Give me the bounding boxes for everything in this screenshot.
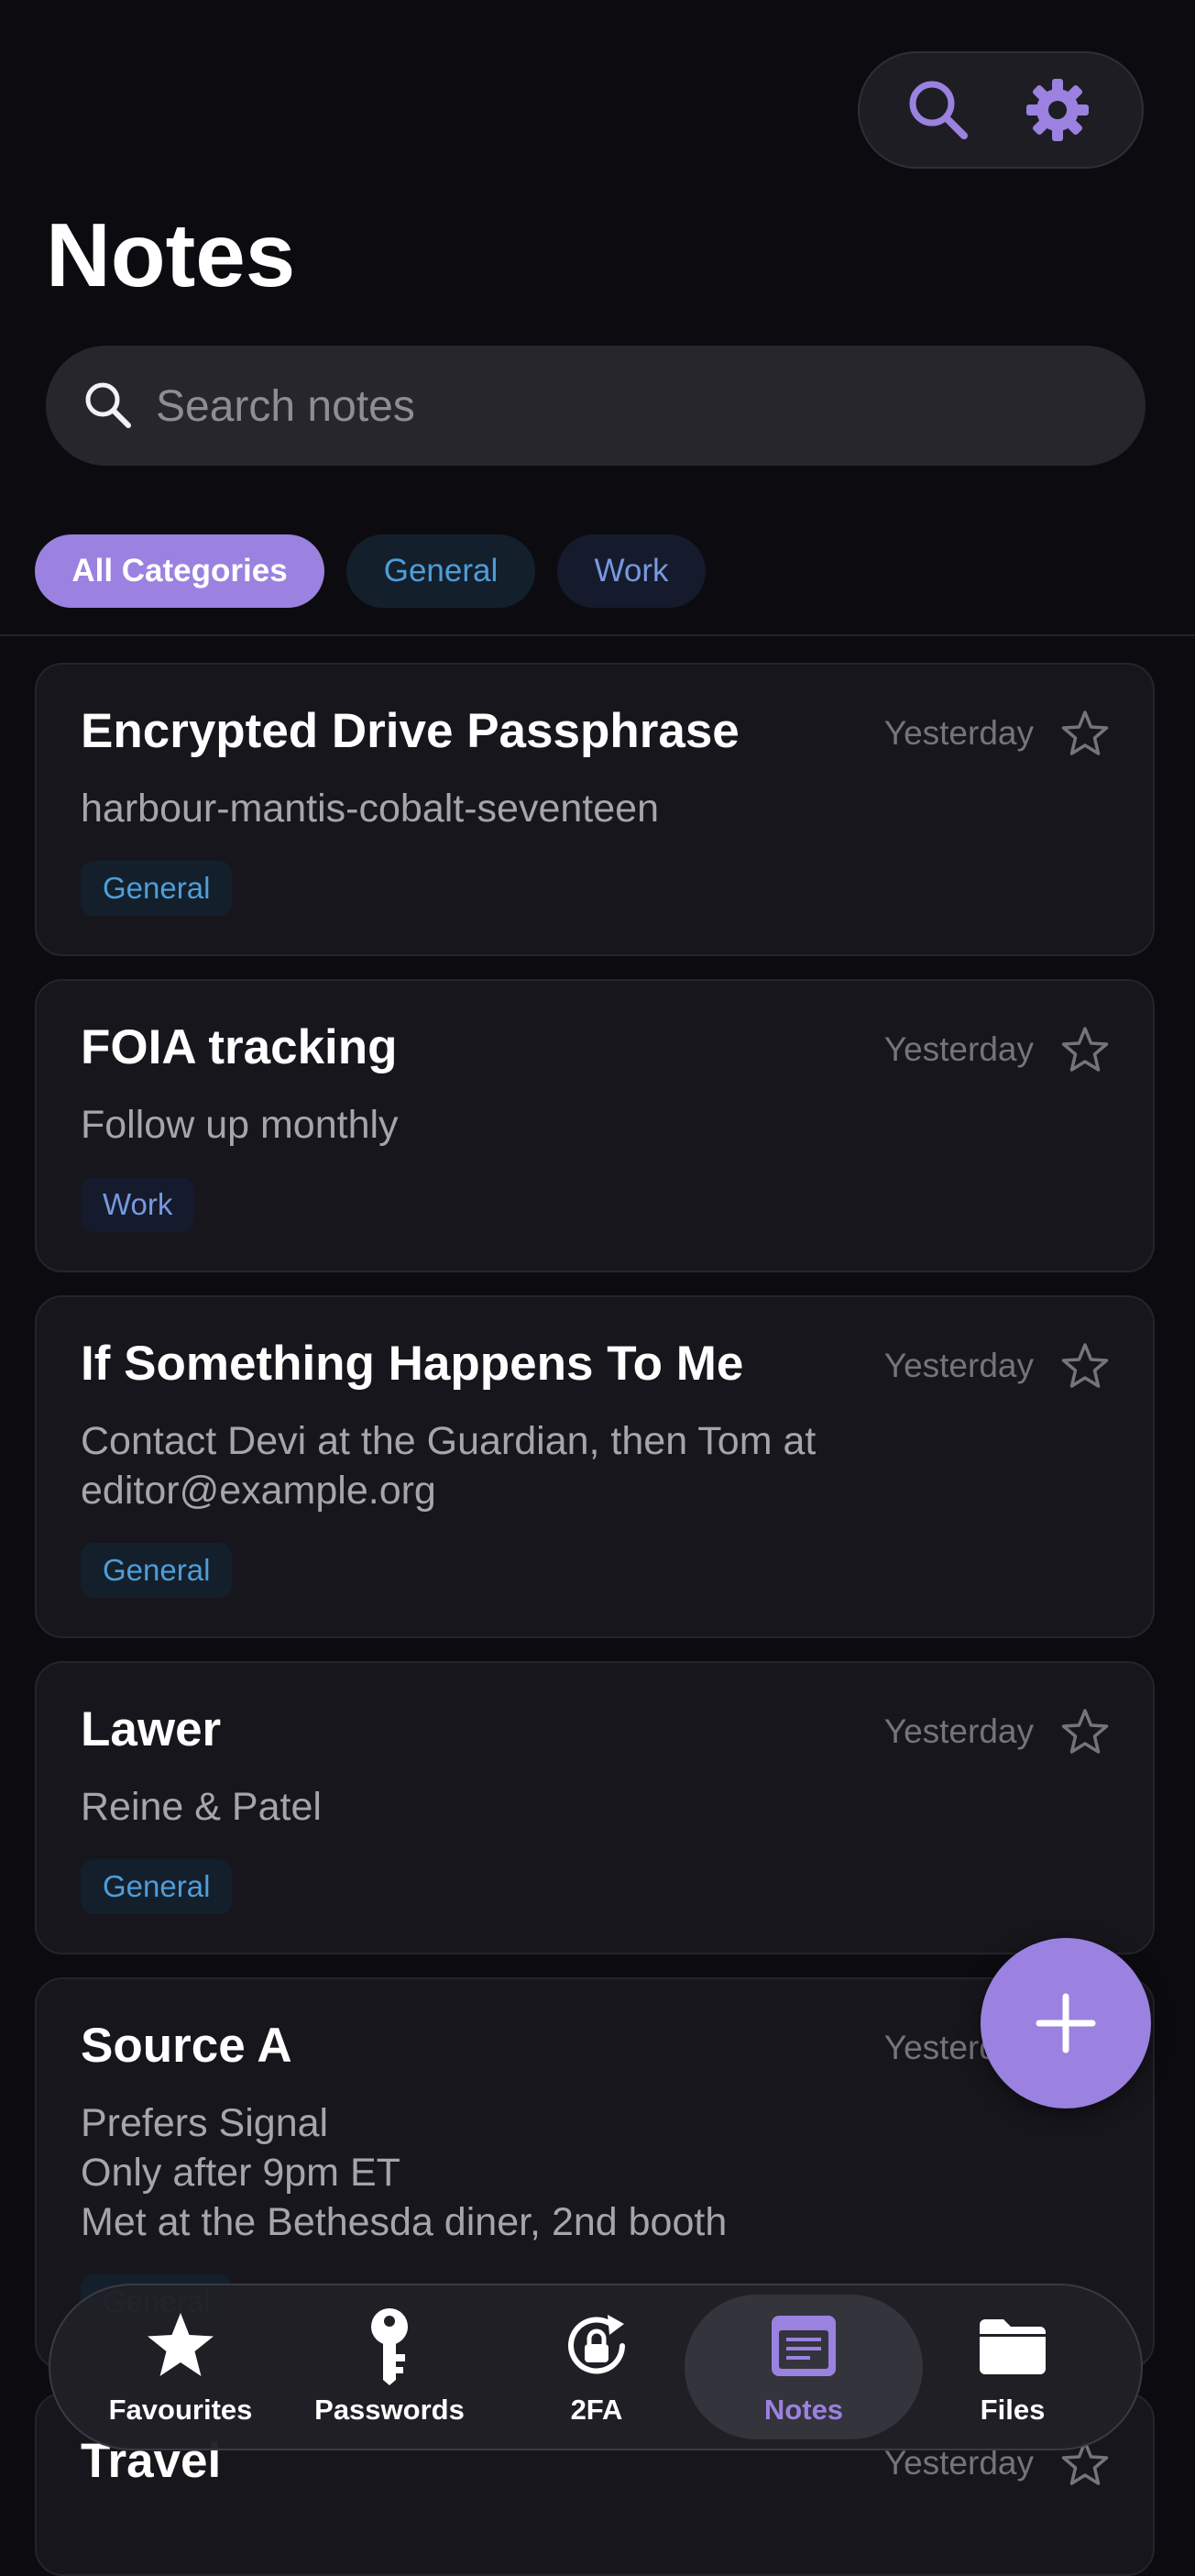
note-body-line: Contact Devi at the Guardian, then Tom a… bbox=[81, 1419, 817, 1463]
tab-notes[interactable]: Notes bbox=[703, 2285, 904, 2449]
tab-passwords[interactable]: Passwords bbox=[289, 2285, 490, 2449]
note-body: Contact Devi at the Guardian, then Tom a… bbox=[81, 1416, 1052, 1515]
tab-label: 2FA bbox=[570, 2394, 623, 2426]
settings-button[interactable] bbox=[1019, 72, 1096, 149]
note-date: Yesterday bbox=[883, 1030, 1034, 1068]
note-title: Lawer bbox=[81, 1702, 222, 1756]
tab-label: Notes bbox=[763, 2394, 844, 2426]
page-title: Notes bbox=[46, 204, 296, 305]
category-chip-work[interactable]: Work bbox=[557, 534, 706, 608]
category-chip-all[interactable]: All Categories bbox=[35, 534, 324, 608]
tab-label: Files bbox=[980, 2394, 1046, 2426]
note-tag: General bbox=[81, 861, 233, 916]
note-card[interactable]: If Something Happens To Me Yesterday Con… bbox=[35, 1295, 1155, 1638]
key-icon bbox=[371, 2308, 408, 2385]
note-body: Prefers Signal Only after 9pm ET Met at … bbox=[81, 2098, 1052, 2247]
folder-icon bbox=[980, 2319, 1046, 2374]
star-icon bbox=[148, 2313, 214, 2376]
note-date: Yesterday bbox=[883, 1712, 1034, 1750]
note-title: Encrypted Drive Passphrase bbox=[81, 704, 740, 758]
search-button[interactable] bbox=[900, 72, 977, 149]
note-body-line: Met at the Bethesda diner, 2nd booth bbox=[81, 2200, 728, 2244]
note-card[interactable]: Lawer Yesterday Reine & Patel General bbox=[35, 1661, 1155, 1954]
star-icon[interactable] bbox=[1059, 1707, 1111, 1758]
star-icon[interactable] bbox=[1059, 1341, 1111, 1393]
note-card[interactable]: Encrypted Drive Passphrase Yesterday har… bbox=[35, 663, 1155, 956]
search-input[interactable] bbox=[154, 364, 1111, 449]
note-body: Reine & Patel bbox=[81, 1785, 322, 1829]
note-tag: Work bbox=[81, 1177, 195, 1232]
note-body-line: Only after 9pm ET bbox=[81, 2151, 400, 2195]
gear-icon bbox=[1026, 79, 1089, 141]
top-actions bbox=[858, 51, 1144, 169]
note-date: Yesterday bbox=[883, 714, 1034, 752]
tab-files[interactable]: Files bbox=[912, 2285, 1113, 2449]
note-body-line: editor@example.org bbox=[81, 1469, 436, 1513]
search-icon bbox=[85, 382, 131, 428]
note-body-line: Prefers Signal bbox=[81, 2101, 329, 2145]
tab-2fa[interactable]: 2FA bbox=[496, 2285, 697, 2449]
search-bar[interactable] bbox=[46, 346, 1146, 466]
note-card[interactable]: FOIA tracking Yesterday Follow up monthl… bbox=[35, 979, 1155, 1272]
note-title: If Something Happens To Me bbox=[81, 1337, 744, 1391]
tab-favourites[interactable]: Favourites bbox=[80, 2285, 281, 2449]
note-body: Follow up monthly bbox=[81, 1103, 399, 1147]
note-body: harbour-mantis-cobalt-seventeen bbox=[81, 787, 659, 831]
category-chip-general[interactable]: General bbox=[346, 534, 535, 608]
note-title: FOIA tracking bbox=[81, 1020, 398, 1074]
notes-icon bbox=[772, 2316, 836, 2376]
tab-label: Passwords bbox=[314, 2394, 465, 2426]
search-icon bbox=[909, 81, 968, 139]
divider bbox=[0, 634, 1195, 636]
note-tag: General bbox=[81, 1543, 233, 1598]
tab-bar: Favourites Passwords 2FA Notes Files bbox=[49, 2284, 1143, 2450]
note-title: Source A bbox=[81, 2019, 292, 2073]
star-icon[interactable] bbox=[1059, 1025, 1111, 1076]
lock-refresh-icon bbox=[568, 2315, 625, 2374]
tab-label: Favourites bbox=[108, 2394, 253, 2426]
add-note-button[interactable] bbox=[981, 1938, 1151, 2108]
note-date: Yesterday bbox=[883, 1347, 1034, 1384]
plus-icon bbox=[1036, 1993, 1096, 2053]
note-tag: General bbox=[81, 1859, 233, 1914]
star-icon[interactable] bbox=[1059, 709, 1111, 760]
